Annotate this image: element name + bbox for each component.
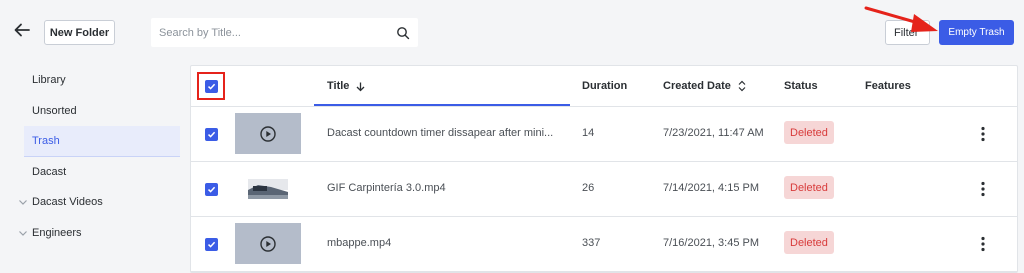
- table-row[interactable]: mbappe.mp4 337 7/16/2021, 3:45 PM Delete…: [191, 217, 1017, 272]
- sidebar-item-label: Dacast Videos: [32, 196, 103, 209]
- column-title-label: Title: [327, 80, 350, 92]
- sidebar: Library Unsorted Trash Dacast Dacast Vid…: [0, 65, 180, 248]
- row-checkbox[interactable]: [205, 183, 218, 196]
- chevron-down-icon[interactable]: [18, 228, 28, 238]
- sidebar-item-label: Engineers: [32, 226, 82, 239]
- active-sort-indicator: [314, 104, 570, 106]
- sidebar-item-engineers[interactable]: Engineers: [0, 218, 180, 249]
- status-badge: Deleted: [784, 121, 834, 144]
- row-checkbox[interactable]: [205, 238, 218, 251]
- video-duration: 337: [582, 237, 601, 249]
- table-header: Title Duration Created Date Status Featu…: [191, 66, 1017, 107]
- play-icon: [260, 125, 276, 142]
- video-created-date: 7/23/2021, 11:47 AM: [663, 127, 764, 139]
- column-status-label: Status: [784, 80, 818, 92]
- video-thumbnail[interactable]: [235, 223, 301, 264]
- sidebar-item-label: Library: [32, 74, 66, 87]
- video-created-date: 7/14/2021, 4:15 PM: [663, 182, 760, 194]
- column-features[interactable]: Features: [865, 80, 911, 92]
- media-table: Title Duration Created Date Status Featu…: [190, 65, 1018, 273]
- video-thumbnail[interactable]: [235, 113, 301, 154]
- search-input[interactable]: [159, 26, 396, 39]
- column-created-date[interactable]: Created Date: [663, 80, 747, 92]
- video-title[interactable]: mbappe.mp4: [327, 237, 391, 249]
- empty-trash-button[interactable]: Empty Trash: [939, 20, 1014, 45]
- column-title[interactable]: Title: [327, 80, 366, 92]
- play-icon: [260, 235, 276, 252]
- column-duration[interactable]: Duration: [582, 80, 627, 92]
- more-vertical-icon[interactable]: [977, 125, 989, 143]
- column-duration-label: Duration: [582, 80, 628, 92]
- sidebar-item-label: Trash: [32, 134, 60, 147]
- more-vertical-icon[interactable]: [977, 235, 989, 253]
- status-badge: Deleted: [784, 231, 834, 254]
- video-duration: 14: [582, 127, 595, 139]
- new-folder-button[interactable]: New Folder: [44, 20, 115, 45]
- video-thumbnail[interactable]: [235, 168, 301, 209]
- checkmark-icon: [207, 241, 216, 248]
- checkmark-icon: [207, 186, 216, 193]
- sidebar-item-label: Dacast: [32, 165, 67, 178]
- video-title[interactable]: Dacast countdown timer dissapear after m…: [327, 127, 553, 139]
- sidebar-item-dacast[interactable]: Dacast: [0, 157, 180, 188]
- sidebar-item-label: Unsorted: [32, 104, 77, 117]
- annotation-arrow-icon: [864, 6, 938, 32]
- image-thumbnail-icon: [245, 174, 291, 203]
- sidebar-item-dacast-videos[interactable]: Dacast Videos: [0, 187, 180, 218]
- sort-down-icon[interactable]: [355, 81, 366, 92]
- checkmark-icon: [207, 131, 216, 138]
- column-features-label: Features: [865, 80, 911, 92]
- column-status[interactable]: Status: [784, 80, 818, 92]
- sidebar-item-unsorted[interactable]: Unsorted: [0, 96, 180, 127]
- search-box: [151, 18, 418, 47]
- video-duration: 26: [582, 182, 595, 194]
- sidebar-item-library[interactable]: Library: [0, 65, 180, 96]
- row-checkbox[interactable]: [205, 128, 218, 141]
- trash-page: New Folder Filter Empty Trash Library Un…: [0, 0, 1024, 273]
- video-created-date: 7/16/2021, 3:45 PM: [663, 237, 760, 249]
- table-row[interactable]: GIF Carpintería 3.0.mp4 26 7/14/2021, 4:…: [191, 162, 1017, 217]
- select-all-checkbox[interactable]: [205, 80, 218, 93]
- sidebar-item-trash[interactable]: Trash: [24, 126, 180, 157]
- checkmark-icon: [207, 83, 216, 90]
- column-created-date-label: Created Date: [663, 80, 731, 92]
- search-icon[interactable]: [396, 26, 410, 40]
- chevron-down-icon[interactable]: [18, 197, 28, 207]
- more-vertical-icon[interactable]: [977, 180, 989, 198]
- back-arrow-icon[interactable]: [12, 20, 32, 40]
- status-badge: Deleted: [784, 176, 834, 199]
- table-row[interactable]: Dacast countdown timer dissapear after m…: [191, 107, 1017, 162]
- video-title[interactable]: GIF Carpintería 3.0.mp4: [327, 182, 446, 194]
- sort-toggle-icon[interactable]: [737, 80, 747, 92]
